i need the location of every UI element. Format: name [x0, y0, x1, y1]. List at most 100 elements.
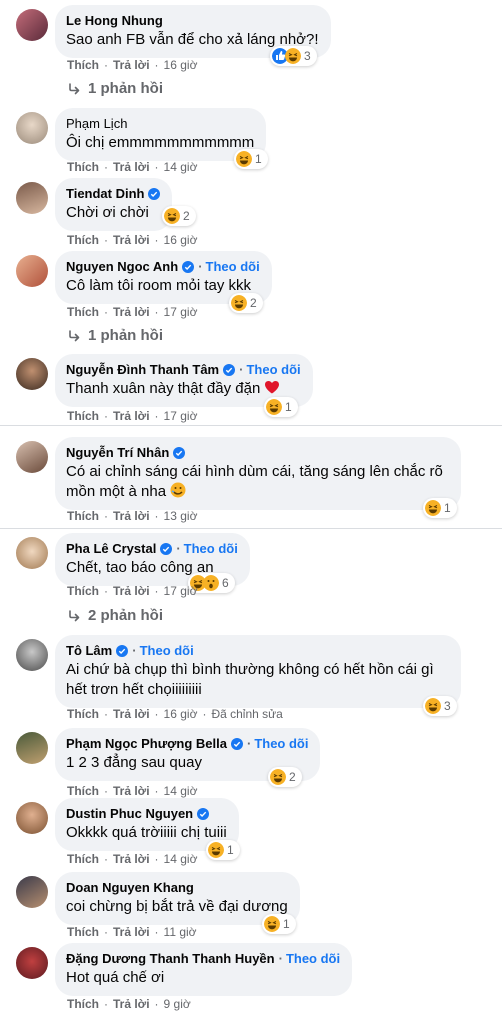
avatar[interactable]	[16, 441, 48, 473]
like-link[interactable]: Thích	[67, 58, 99, 72]
reaction-summary[interactable]: 1	[206, 840, 240, 860]
follow-link[interactable]: Theo dõi	[247, 735, 308, 752]
separator: ·	[104, 997, 108, 1011]
reaction-count: 1	[227, 843, 234, 857]
reply-link[interactable]: Trả lời	[113, 409, 150, 423]
comment-timestamp[interactable]: 16 giờ	[164, 233, 198, 247]
commenter-name[interactable]: Nguyễn Đình Thanh Tâm	[66, 361, 219, 378]
comment-timestamp[interactable]: 17 giờ	[164, 409, 198, 423]
reply-link[interactable]: Trả lời	[113, 233, 150, 247]
reply-link[interactable]: Trả lời	[113, 160, 150, 174]
view-replies-link[interactable]: 2 phản hồi	[67, 607, 163, 624]
follow-link[interactable]: Theo dõi	[176, 540, 238, 557]
reaction-summary[interactable]: 2	[162, 206, 196, 226]
reply-link[interactable]: Trả lời	[113, 997, 150, 1011]
reaction-summary[interactable]: 1	[234, 149, 268, 169]
reply-link[interactable]: Trả lời	[113, 58, 150, 72]
verified-badge-icon	[116, 644, 129, 657]
reaction-summary[interactable]: 1	[262, 914, 296, 934]
reply-arrow-icon	[69, 609, 80, 621]
follow-link[interactable]: Theo dõi	[132, 642, 194, 659]
avatar[interactable]	[16, 537, 48, 569]
like-link[interactable]: Thích	[67, 160, 99, 174]
reply-link[interactable]: Trả lời	[113, 707, 150, 721]
separator: ·	[104, 58, 108, 72]
avatar[interactable]	[16, 876, 48, 908]
like-link[interactable]: Thích	[67, 925, 99, 939]
comment-timestamp[interactable]: 11 giờ	[164, 925, 197, 939]
like-link[interactable]: Thích	[67, 305, 99, 319]
reply-link[interactable]: Trả lời	[113, 509, 150, 523]
comment-timestamp[interactable]: 16 giờ	[164, 58, 198, 72]
commenter-name[interactable]: Doan Nguyen Khang	[66, 879, 194, 896]
reaction-summary[interactable]: 2	[229, 293, 263, 313]
like-link[interactable]: Thích	[67, 509, 99, 523]
view-replies-link[interactable]: 1 phản hồi	[67, 327, 163, 344]
reaction-count: 3	[444, 699, 451, 713]
comment-timestamp[interactable]: 17 giờ	[164, 305, 198, 319]
like-link[interactable]: Thích	[67, 233, 99, 247]
avatar[interactable]	[16, 947, 48, 979]
reaction-summary[interactable]: 3	[270, 46, 317, 66]
edited-label[interactable]: Đã chỉnh sửa	[211, 707, 282, 721]
reply-link[interactable]: Trả lời	[113, 852, 150, 866]
like-link[interactable]: Thích	[67, 784, 99, 798]
comment-text: Chời ơi chời	[66, 204, 149, 221]
reaction-summary[interactable]: 2	[268, 767, 302, 787]
haha-reaction-icon	[270, 769, 286, 785]
view-replies-link[interactable]: 1 phản hồi	[67, 80, 163, 97]
commenter-name[interactable]: Tô Lâm	[66, 642, 112, 659]
avatar[interactable]	[16, 9, 48, 41]
like-link[interactable]: Thích	[67, 852, 99, 866]
comment-timestamp[interactable]: 16 giờ	[164, 707, 198, 721]
verified-badge-icon	[182, 260, 195, 273]
comment-text-content: Thanh xuân này thật đầy đặn	[66, 380, 261, 397]
avatar[interactable]	[16, 358, 48, 390]
commenter-name[interactable]: Pha Lê Crystal	[66, 540, 156, 557]
commenter-name[interactable]: Tiendat Dinh	[66, 185, 144, 202]
reply-link[interactable]: Trả lời	[113, 584, 150, 598]
follow-link[interactable]: Theo dõi	[279, 950, 340, 967]
commenter-name[interactable]: Phạm Lịch	[66, 115, 127, 132]
replies-count-label: 2 phản hồi	[88, 607, 163, 624]
commenter-name[interactable]: Phạm Ngọc Phượng Bella	[66, 735, 227, 752]
commenter-name[interactable]: Đặng Dương Thanh Thanh Huyền	[66, 950, 275, 967]
reaction-summary[interactable]: 3	[423, 696, 457, 716]
avatar[interactable]	[16, 182, 48, 214]
replies-count-label: 1 phản hồi	[88, 80, 163, 97]
commenter-name[interactable]: Dustin Phuc Nguyen	[66, 805, 193, 822]
avatar[interactable]	[16, 732, 48, 764]
comment-timestamp[interactable]: 17 giờ	[164, 584, 198, 598]
comment-bubble: Đặng Dương Thanh Thanh Huyền Theo dõi Ho…	[55, 943, 353, 996]
verified-badge-icon	[160, 542, 173, 555]
like-link[interactable]: Thích	[67, 584, 99, 598]
comment-text: Thanh xuân này thật đầy đặn	[66, 379, 301, 399]
like-link[interactable]: Thích	[67, 707, 99, 721]
wow-reaction-icon	[203, 575, 219, 591]
avatar[interactable]	[16, 802, 48, 834]
comment-timestamp[interactable]: 14 giờ	[164, 784, 198, 798]
commenter-name[interactable]: Le Hong Nhung	[66, 12, 163, 29]
like-link[interactable]: Thích	[67, 409, 99, 423]
replies-count-label: 1 phản hồi	[88, 327, 163, 344]
follow-link[interactable]: Theo dõi	[198, 258, 260, 275]
reply-link[interactable]: Trả lời	[113, 305, 150, 319]
comment-timestamp[interactable]: 13 giờ	[164, 509, 198, 523]
comment-timestamp[interactable]: 14 giờ	[164, 852, 198, 866]
reaction-summary[interactable]: 1	[264, 397, 298, 417]
reaction-summary[interactable]: 1	[423, 498, 457, 518]
reaction-count: 1	[444, 501, 451, 515]
follow-link[interactable]: Theo dõi	[239, 361, 300, 378]
comment-timestamp[interactable]: 14 giờ	[164, 160, 198, 174]
avatar[interactable]	[16, 255, 48, 287]
reply-link[interactable]: Trả lời	[113, 925, 150, 939]
commenter-name[interactable]: Nguyễn Trí Nhân	[66, 444, 169, 461]
commenter-name[interactable]: Nguyen Ngoc Anh	[66, 258, 178, 275]
comment-bubble: Tô Lâm Theo dõi Ai chứ bà chụp thì bình …	[55, 635, 461, 708]
avatar[interactable]	[16, 639, 48, 671]
separator: ·	[202, 707, 207, 721]
reply-link[interactable]: Trả lời	[113, 784, 150, 798]
like-link[interactable]: Thích	[67, 997, 99, 1011]
comment-timestamp[interactable]: 9 giờ	[164, 997, 191, 1011]
avatar[interactable]	[16, 112, 48, 144]
